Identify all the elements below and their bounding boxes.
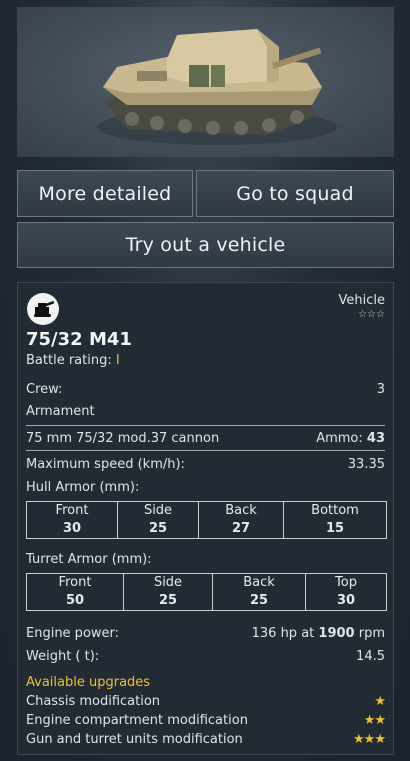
upgrade-engine-stars: ★★ (363, 713, 386, 728)
vehicle-type-stars: ☆☆☆ (358, 309, 385, 320)
cannon-name: 75 mm 75/32 mod.37 cannon (26, 431, 220, 446)
more-detailed-button[interactable]: More detailed (17, 170, 193, 217)
upgrade-chassis-label: Chassis modification (26, 694, 161, 709)
vehicle-type-label: Vehicle (338, 293, 386, 308)
speed-label: Maximum speed (km/h): (26, 457, 185, 472)
ammo-label: Ammo: (316, 431, 363, 446)
speed-value: 33.35 (347, 457, 385, 472)
hull-bottom-cell: Bottom 15 (283, 501, 387, 539)
upgrade-engine-label: Engine compartment modification (26, 713, 248, 728)
vehicle-preview (17, 7, 394, 157)
try-out-vehicle-button[interactable]: Try out a vehicle (17, 222, 394, 268)
ammo-row: Ammo: 43 (316, 431, 385, 446)
hull-side-cell: Side 25 (117, 501, 199, 539)
battle-rating-value: I (115, 353, 120, 368)
spg-class-icon (27, 293, 59, 325)
engine-power-label: Engine power: (26, 626, 120, 641)
crew-label: Crew: (26, 382, 63, 397)
vehicle-name: 75/32 M41 (26, 329, 132, 350)
upgrade-gun-stars: ★★★ (353, 732, 386, 747)
turret-armor-table: Front 50 Side 25 Back 25 Top 30 (26, 573, 387, 611)
hull-armor-table: Front 30 Side 25 Back 27 Bottom 15 (26, 501, 387, 539)
ammo-value: 43 (366, 431, 385, 446)
turret-armor-label: Turret Armor (mm): (26, 552, 152, 567)
engine-power-value: 136 hp at 1900 rpm (251, 626, 385, 641)
upgrade-gun-label: Gun and turret units modification (26, 732, 243, 747)
upgrade-chassis-stars: ★ (374, 694, 386, 709)
hull-armor-row: Front 30 Side 25 Back 27 Bottom 15 (26, 501, 387, 539)
turret-side-cell: Side 25 (123, 573, 213, 611)
turret-armor-row: Front 50 Side 25 Back 25 Top 30 (26, 573, 387, 611)
divider (26, 450, 385, 451)
crew-value: 3 (376, 382, 385, 397)
weight-label: Weight ( t): (26, 649, 100, 664)
hull-front-cell: Front 30 (26, 501, 118, 539)
hull-back-cell: Back 27 (198, 501, 284, 539)
turret-top-cell: Top 30 (305, 573, 387, 611)
turret-back-cell: Back 25 (212, 573, 306, 611)
battle-rating-label: Battle rating: (26, 353, 112, 368)
divider (26, 425, 385, 426)
battle-rating-row: Battle rating: I (26, 353, 120, 368)
go-to-squad-button[interactable]: Go to squad (196, 170, 394, 217)
turret-front-cell: Front 50 (26, 573, 124, 611)
weight-value: 14.5 (356, 649, 385, 664)
vehicle-info-card: Vehicle ☆☆☆ 75/32 M41 Battle rating: I C… (17, 282, 394, 755)
available-upgrades-title: Available upgrades (26, 675, 151, 690)
hull-armor-label: Hull Armor (mm): (26, 480, 140, 495)
tank-illustration (97, 29, 337, 145)
armament-label: Armament (26, 404, 95, 419)
